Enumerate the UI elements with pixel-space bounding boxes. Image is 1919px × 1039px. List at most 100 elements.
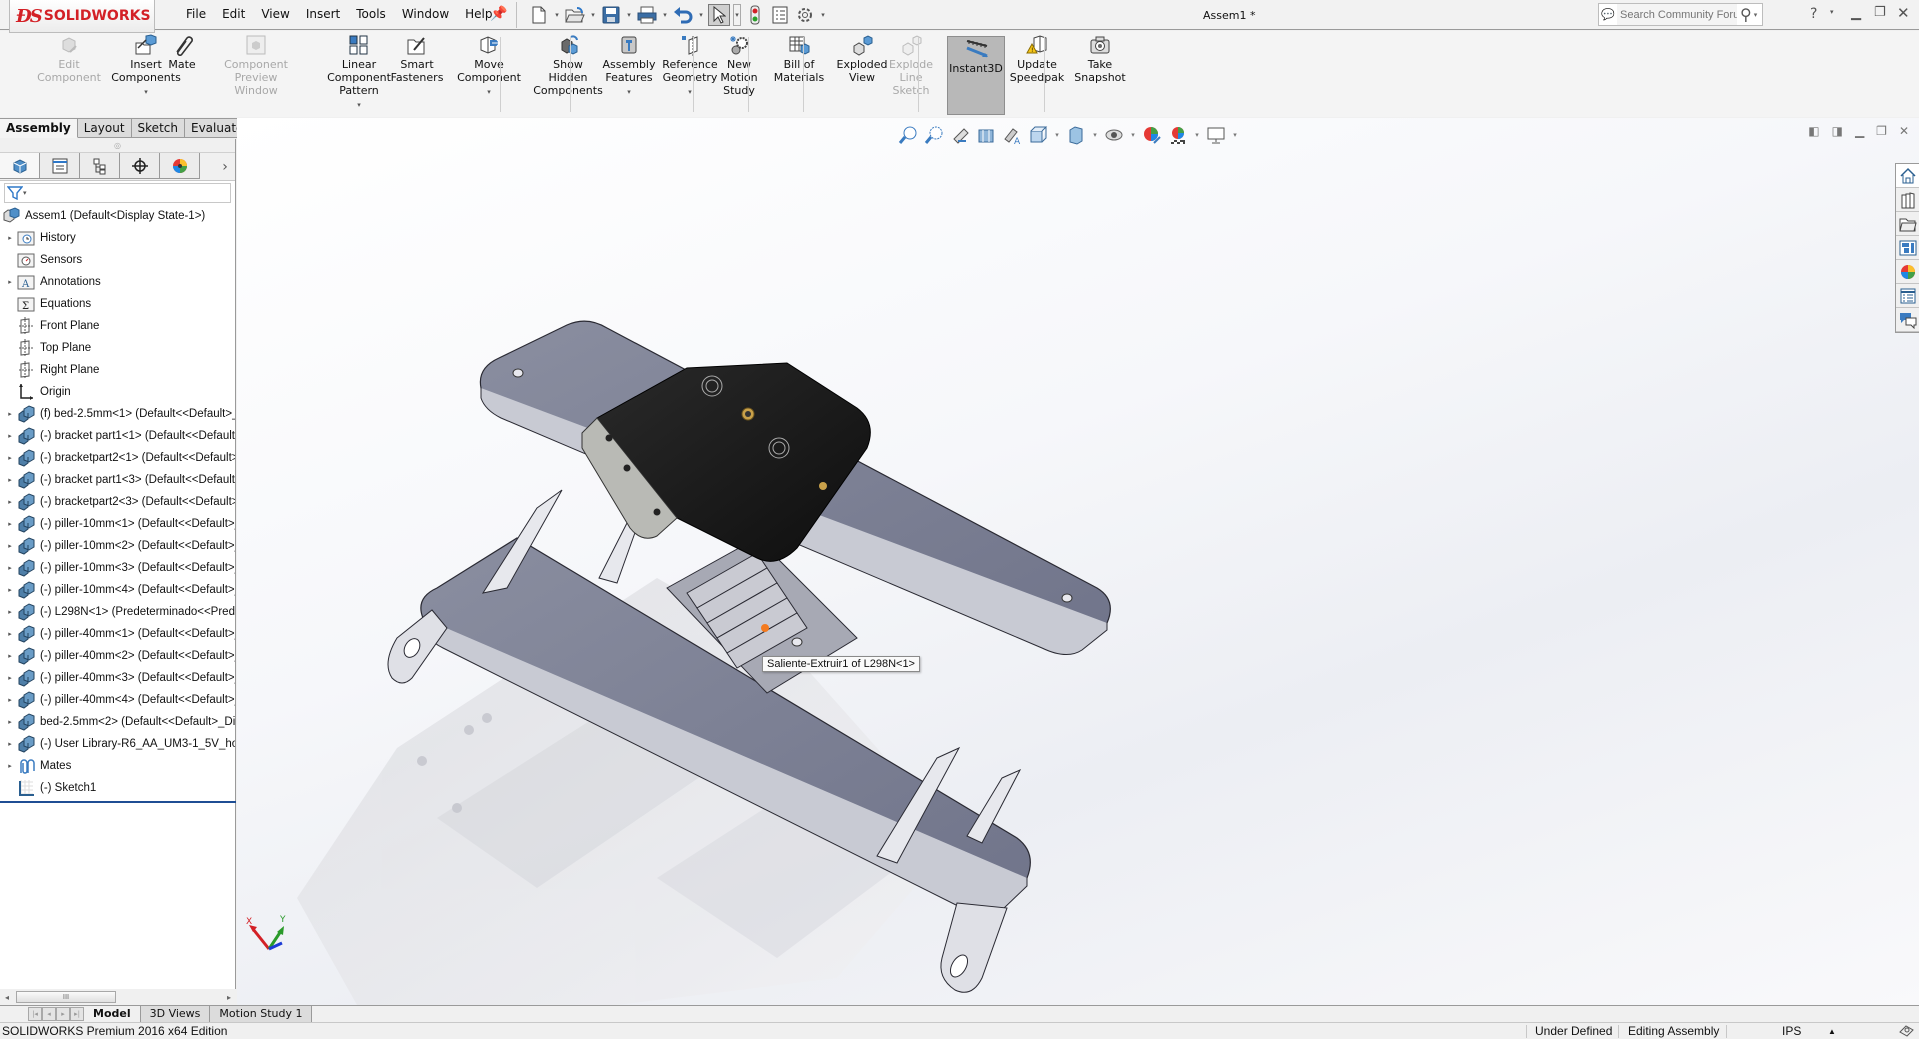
expand-arrow-icon[interactable]: ▸ [3, 432, 17, 440]
reference-geometry-button[interactable]: Reference Geometry ▾ [661, 34, 719, 99]
file-explorer-icon[interactable] [1896, 212, 1919, 236]
tree-node[interactable]: (-) Sketch1 [0, 777, 235, 799]
assembly-features-dropdown[interactable]: ▾ [627, 86, 631, 99]
menu-edit[interactable]: Edit [214, 7, 253, 21]
move-component-button[interactable]: Move Component ▾ [456, 34, 522, 99]
tree-node[interactable]: ▸ History [0, 227, 235, 249]
unit-system-dropdown[interactable]: ▲ [1828, 1027, 1836, 1036]
appearances-scenes-icon[interactable] [1896, 260, 1919, 284]
tab-assembly[interactable]: Assembly [0, 118, 78, 138]
tab-motion-study-1[interactable]: Motion Study 1 [210, 1005, 313, 1022]
apply-scene-dropdown[interactable]: ▾ [1193, 131, 1201, 139]
quick-tips-icon[interactable] [1898, 1024, 1914, 1039]
save-dropdown[interactable]: ▾ [625, 11, 633, 19]
tree-node[interactable]: ▸ (-) piller-40mm<3> (Default<<Default>_D… [0, 667, 235, 689]
next-tab-icon[interactable]: ▸ [56, 1006, 70, 1021]
featuremanager-tab[interactable] [0, 153, 40, 179]
view-orientation-dropdown[interactable]: ▾ [1053, 131, 1061, 139]
reference-geometry-dropdown[interactable]: ▾ [688, 86, 692, 99]
scroll-right-icon[interactable]: ▸ [222, 993, 236, 1002]
new-dropdown[interactable]: ▾ [553, 11, 561, 19]
options-icon[interactable] [794, 4, 816, 26]
undo-dropdown[interactable]: ▾ [697, 11, 705, 19]
tab-model[interactable]: Model [84, 1005, 141, 1022]
instant3d-button[interactable]: Instant3D [947, 36, 1005, 115]
expand-arrow-icon[interactable]: ▸ [3, 586, 17, 594]
more-tabs-chevron-icon[interactable]: › [215, 153, 235, 180]
last-tab-icon[interactable]: ▸| [70, 1006, 84, 1021]
expand-arrow-icon[interactable]: ▸ [3, 410, 17, 418]
search-icon[interactable]: ⚲ [1740, 5, 1752, 24]
tree-node[interactable]: ▸ bed-2.5mm<2> (Default<<Default>_Display… [0, 711, 235, 733]
prev-tab-icon[interactable]: ◂ [42, 1006, 56, 1021]
dimxpertmanager-tab[interactable] [120, 153, 160, 179]
tree-node[interactable]: Right Plane [0, 359, 235, 381]
tab-sketch[interactable]: Sketch [131, 118, 185, 138]
tree-node[interactable]: ▸ (-) piller-10mm<3> (Default<<Default>_D… [0, 557, 235, 579]
design-library-icon[interactable] [1896, 188, 1919, 212]
viewport-minimize-button[interactable]: ▁ [1855, 124, 1864, 138]
select-icon[interactable] [708, 4, 730, 26]
help-dropdown[interactable]: ▾ [1830, 8, 1834, 16]
tree-node[interactable]: ▸ (-) piller-10mm<4> (Default<<Default>_D… [0, 579, 235, 601]
zoom-to-area-icon[interactable] [923, 124, 945, 146]
display-style-icon[interactable] [1065, 124, 1087, 146]
restore-button[interactable]: ❐ [1874, 5, 1886, 20]
file-properties-icon[interactable] [769, 4, 791, 26]
dynamic-annotation-views-icon[interactable]: A [1001, 124, 1023, 146]
tile-left-icon[interactable]: ◧ [1808, 124, 1819, 138]
open-icon[interactable] [564, 4, 586, 26]
tree-node[interactable]: ▸ (-) bracket part1<3> (Default<<Default>… [0, 469, 235, 491]
configurationmanager-tab[interactable] [80, 153, 120, 179]
edit-appearance-icon[interactable] [1141, 124, 1163, 146]
options-dropdown[interactable]: ▾ [819, 11, 827, 19]
expand-arrow-icon[interactable]: ▸ [3, 718, 17, 726]
assembly-model[interactable] [237, 118, 1919, 1005]
unit-system[interactable]: IPS [1782, 1024, 1801, 1038]
view-palette-icon[interactable] [1896, 236, 1919, 260]
tree-node[interactable]: ▸ (-) User Library-R6_AA_UM3-1_5V_holder<… [0, 733, 235, 755]
search-dropdown[interactable]: ▾ [1754, 11, 1758, 19]
mate-button[interactable]: Mate [167, 34, 197, 71]
insert-components-dropdown[interactable]: ▾ [144, 86, 148, 99]
view-settings-icon[interactable] [1205, 124, 1227, 146]
tree-root-assembly[interactable]: Assem1 (Default<Display State-1>) [0, 205, 235, 227]
edit-component-button[interactable]: Edit Component [37, 34, 101, 84]
tree-node[interactable]: ▸ (-) piller-40mm<4> (Default<<Default>_D… [0, 689, 235, 711]
expand-arrow-icon[interactable]: ▸ [3, 476, 17, 484]
expand-arrow-icon[interactable]: ▸ [3, 520, 17, 528]
component-preview-window-button[interactable]: Component Preview Window [222, 34, 290, 97]
help-button[interactable]: ? [1810, 6, 1817, 22]
expand-arrow-icon[interactable]: ▸ [3, 740, 17, 748]
viewport-restore-button[interactable]: ❐ [1876, 124, 1887, 138]
new-document-icon[interactable] [528, 4, 550, 26]
tree-node[interactable]: ▸ (-) piller-10mm<2> (Default<<Default>_D… [0, 535, 235, 557]
expand-arrow-icon[interactable]: ▸ [3, 498, 17, 506]
section-view-icon[interactable] [975, 124, 997, 146]
linear-component-pattern-dropdown[interactable]: ▾ [357, 99, 361, 112]
graphics-area[interactable]: A ▾ ▾ ▾ ▾ ▾ ◧ ◨ ▁ ❐ ✕ X Y Saliente-Extru… [237, 118, 1919, 1005]
view-settings-dropdown[interactable]: ▾ [1231, 131, 1239, 139]
expand-arrow-icon[interactable]: ▸ [3, 454, 17, 462]
tree-node[interactable]: Sensors [0, 249, 235, 271]
view-orientation-icon[interactable] [1027, 124, 1049, 146]
rollback-bar[interactable] [0, 801, 236, 803]
save-icon[interactable] [600, 4, 622, 26]
tree-node[interactable]: ▸ (-) piller-40mm<2> (Default<<Default>_D… [0, 645, 235, 667]
open-dropdown[interactable]: ▾ [589, 11, 597, 19]
scroll-left-icon[interactable]: ◂ [0, 993, 14, 1002]
tree-node[interactable]: Front Plane [0, 315, 235, 337]
menu-tools[interactable]: Tools [348, 7, 394, 21]
tree-node[interactable]: ▸ (f) bed-2.5mm<1> (Default<<Default>_Dis… [0, 403, 235, 425]
explode-line-sketch-button[interactable]: Explode Line Sketch [889, 34, 933, 97]
assembly-features-button[interactable]: Assembly Features ▾ [602, 34, 656, 99]
tree-node[interactable]: ▸ (-) bracketpart2<3> (Default<<Default>_… [0, 491, 235, 513]
menu-window[interactable]: Window [394, 7, 457, 21]
scroll-thumb[interactable]: III [16, 991, 116, 1003]
move-component-dropdown[interactable]: ▾ [487, 86, 491, 99]
exploded-view-button[interactable]: Exploded View [835, 34, 889, 84]
expand-arrow-icon[interactable]: ▸ [3, 564, 17, 572]
print-icon[interactable] [636, 4, 658, 26]
tab-3d-views[interactable]: 3D Views [140, 1005, 211, 1022]
apply-scene-icon[interactable] [1167, 124, 1189, 146]
